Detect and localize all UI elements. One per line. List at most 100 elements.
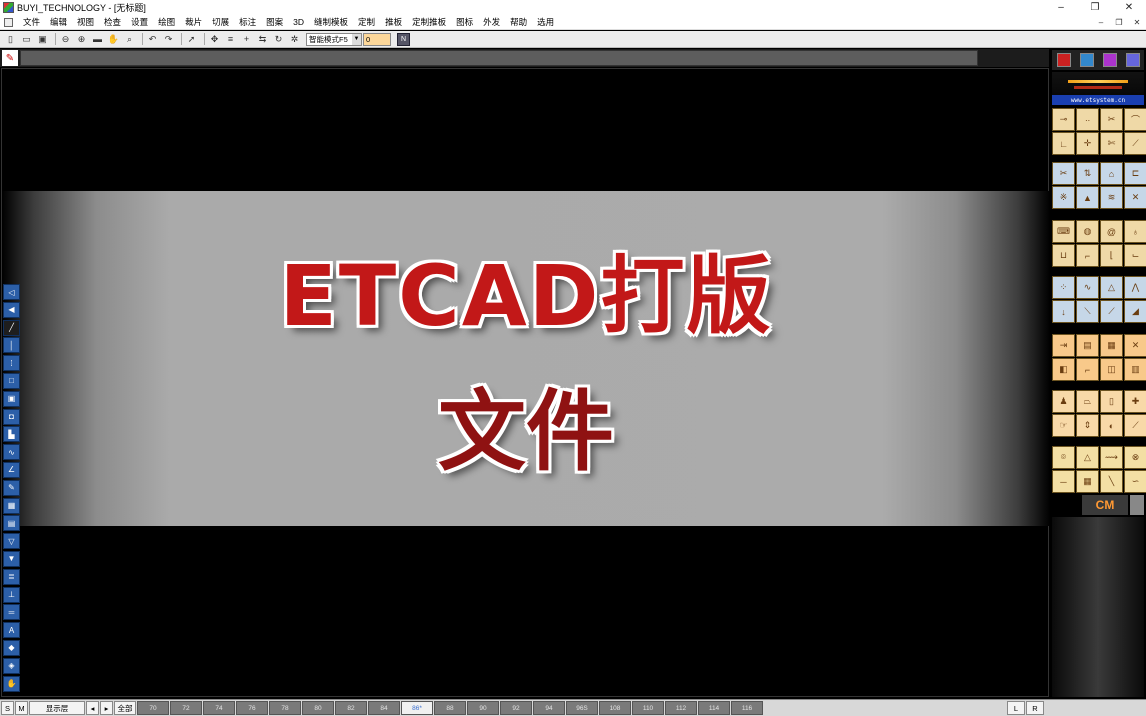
step-icon[interactable]: ⌐ — [1076, 358, 1099, 381]
mdi-close-button[interactable]: ✕ — [1128, 15, 1146, 30]
marker-tool-icon[interactable]: ◆ — [3, 639, 20, 656]
size-cell[interactable]: 110 — [632, 701, 664, 715]
panel-icon-red[interactable] — [1056, 53, 1071, 67]
boot-icon[interactable]: ⌊ — [1100, 244, 1123, 267]
table-icon[interactable]: ▦ — [1076, 470, 1099, 493]
cup-icon[interactable]: ⊔ — [1052, 244, 1075, 267]
pin-icon[interactable]: ↓ — [1052, 300, 1075, 323]
s-button[interactable]: S — [1, 701, 14, 715]
line-icon[interactable]: ─ — [1052, 470, 1075, 493]
layout-icon[interactable]: ▤ — [1076, 334, 1099, 357]
menu-custom[interactable]: 定制 — [353, 16, 380, 28]
pen-tool-icon[interactable]: ✎ — [3, 479, 20, 496]
menu-view[interactable]: 视图 — [72, 16, 99, 28]
menu-3d[interactable]: 3D — [288, 17, 309, 27]
cross-out-icon[interactable]: ✕ — [1124, 334, 1146, 357]
open-folder-icon[interactable]: ▭ — [20, 33, 33, 46]
size-cell[interactable]: 116 — [731, 701, 763, 715]
plus-icon[interactable]: ✚ — [1124, 390, 1146, 413]
menu-icons[interactable]: 图标 — [451, 16, 478, 28]
cut-tool-icon[interactable]: ✄ — [1100, 132, 1123, 155]
mountain-tool-icon[interactable]: ▲ — [1076, 186, 1099, 209]
pan-hand-icon[interactable]: ✋ — [107, 33, 120, 46]
slope-tool-icon[interactable]: ⟋ — [1124, 132, 1146, 155]
menu-slash-spread[interactable]: 切展 — [207, 16, 234, 28]
r-button[interactable]: R — [1026, 701, 1044, 715]
curve-ruler-icon[interactable]: ⌒ — [1124, 108, 1146, 131]
size-cell[interactable]: 84 — [368, 701, 400, 715]
tri-ruler-icon[interactable]: △ — [1076, 446, 1099, 469]
grid-icon[interactable]: ▦ — [1100, 334, 1123, 357]
bottle-icon[interactable]: ♁ — [1124, 220, 1146, 243]
size-cell[interactable]: 114 — [698, 701, 730, 715]
notch-tool-icon[interactable]: ▤ — [3, 515, 20, 532]
export-icon[interactable]: ⇥ — [1052, 334, 1075, 357]
size-cell[interactable]: 92 — [500, 701, 532, 715]
bar-icon[interactable]: ▥ — [1124, 358, 1146, 381]
layer-toggle-icon[interactable]: N — [397, 32, 410, 46]
hand-point-icon[interactable]: ☞ — [1052, 414, 1075, 437]
menu-pieces[interactable]: 裁片 — [180, 16, 207, 28]
shirt-icon[interactable]: ♟ — [1052, 390, 1075, 413]
size-cell[interactable]: 108 — [599, 701, 631, 715]
menu-draw[interactable]: 绘图 — [153, 16, 180, 28]
close-button[interactable]: ✕ — [1112, 0, 1146, 15]
panel-icon-book[interactable] — [1125, 53, 1140, 67]
size-cell[interactable]: 82 — [335, 701, 367, 715]
join-tool-icon[interactable]: ⊏ — [1124, 162, 1146, 185]
swap-tool-icon[interactable]: ⇅ — [1076, 162, 1099, 185]
stamp-icon[interactable]: ⌾ — [1052, 446, 1075, 469]
tape-tool-icon[interactable]: ⊸ — [1052, 108, 1075, 131]
points-icon[interactable]: ⁘ — [1052, 276, 1075, 299]
move-icon[interactable]: ✥ — [208, 33, 221, 46]
rectangle-icon[interactable]: □ — [3, 372, 20, 389]
menu-help[interactable]: 帮助 — [505, 16, 532, 28]
size-cell[interactable]: 88 — [434, 701, 466, 715]
select-cursor-icon[interactable]: ➚ — [185, 33, 198, 46]
text-tool-icon[interactable]: A — [3, 622, 20, 639]
mirror-icon[interactable]: ⇆ — [256, 33, 269, 46]
frame-icon[interactable]: ▣ — [3, 390, 20, 407]
document-icon[interactable] — [4, 17, 13, 27]
calculator-icon[interactable] — [1130, 495, 1144, 515]
size-cell[interactable]: 90 — [467, 701, 499, 715]
m-button[interactable]: M — [15, 701, 28, 715]
zoom-in-icon[interactable]: ⊕ — [75, 33, 88, 46]
size-cell[interactable]: 96S — [566, 701, 598, 715]
all-sizes-button[interactable]: 全部 — [114, 701, 136, 715]
tag-icon[interactable]: ⊗ — [1124, 446, 1146, 469]
undo-icon[interactable]: ↶ — [146, 33, 159, 46]
redo-icon[interactable]: ↷ — [162, 33, 175, 46]
size-cell[interactable]: 72 — [170, 701, 202, 715]
layers-tool-icon[interactable]: ≋ — [1100, 186, 1123, 209]
menu-edit[interactable]: 编辑 — [45, 16, 72, 28]
bag-icon[interactable]: ◐ — [1100, 414, 1123, 437]
curve-tool-icon[interactable]: ∿ — [3, 444, 20, 461]
hand-tool-icon[interactable]: ✋ — [3, 675, 20, 692]
dimension-icon[interactable]: ⁞ — [3, 355, 20, 372]
drop-tool-icon[interactable]: ◈ — [3, 657, 20, 674]
sleeve-icon[interactable]: ⌐ — [1076, 244, 1099, 267]
align-icon[interactable]: ≡ — [224, 33, 237, 46]
menu-grading[interactable]: 推板 — [380, 16, 407, 28]
edge-icon[interactable]: ◢ — [1124, 300, 1146, 323]
menu-outsource[interactable]: 外发 — [478, 16, 505, 28]
mdi-restore-button[interactable]: ❐ — [1110, 15, 1128, 30]
scrollbar-track[interactable] — [20, 50, 978, 66]
menu-select[interactable]: 选用 — [532, 16, 559, 28]
size-cell[interactable]: 80 — [302, 701, 334, 715]
size-cell[interactable]: 112 — [665, 701, 697, 715]
spray-tool-icon[interactable]: ※ — [1052, 186, 1075, 209]
shape-tool-icon[interactable]: ▙ — [3, 426, 20, 443]
size-cell[interactable]: 76 — [236, 701, 268, 715]
size-cell[interactable]: 74 — [203, 701, 235, 715]
corner-tool-icon[interactable]: ✎ — [2, 50, 18, 66]
new-file-icon[interactable]: ▯ — [4, 33, 17, 46]
piece-icon[interactable]: ◧ — [1052, 358, 1075, 381]
delete-tool-icon[interactable]: ✕ — [1124, 186, 1146, 209]
arrows-icon[interactable]: ⇕ — [1076, 414, 1099, 437]
mdi-minimize-button[interactable]: – — [1092, 15, 1110, 30]
unit-button[interactable]: CM — [1082, 495, 1128, 515]
menu-file[interactable]: 文件 — [18, 16, 45, 28]
ruler-icon[interactable]: ⟋ — [1124, 414, 1146, 437]
